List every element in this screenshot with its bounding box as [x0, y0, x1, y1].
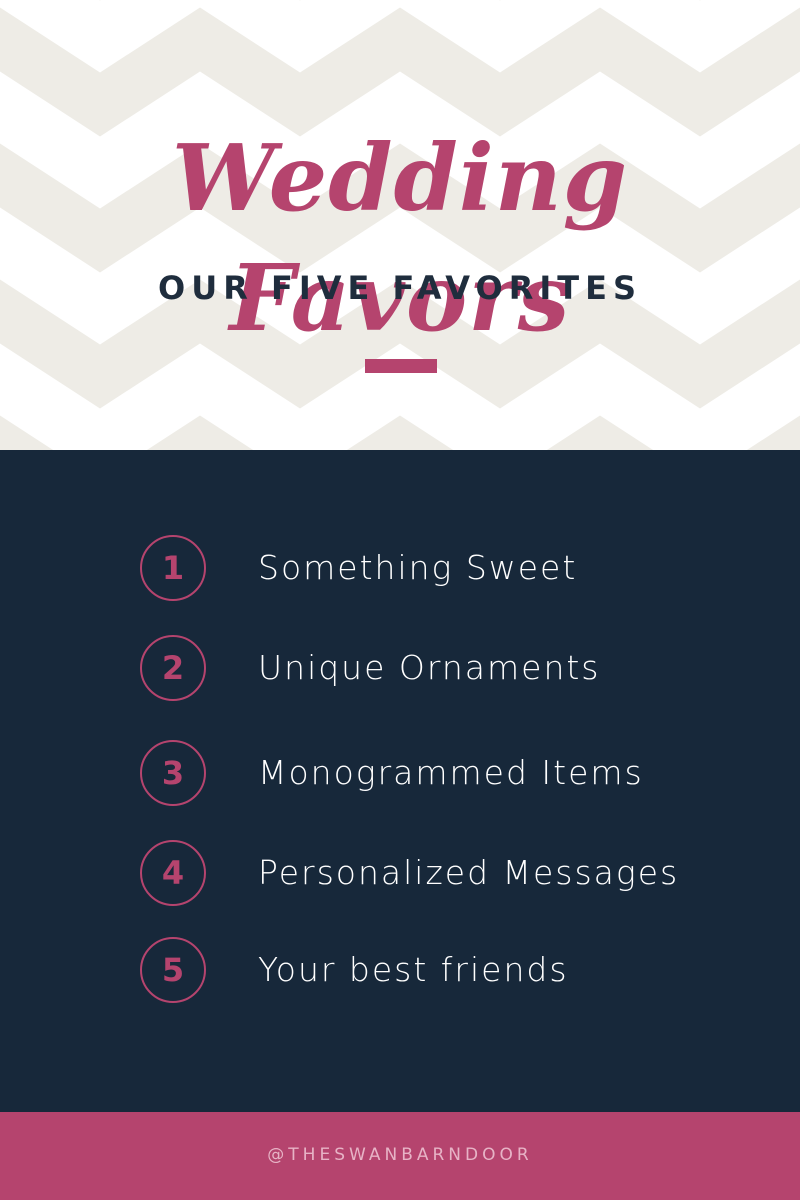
number-badge: 1: [140, 535, 206, 601]
page-subtitle: OUR FIVE FAVORITES: [158, 269, 642, 307]
header-banner: Wedding Favors OUR FIVE FAVORITES: [0, 0, 800, 450]
title-divider: [365, 359, 437, 373]
page-title: Wedding Favors: [171, 124, 629, 352]
list-item-label: Monogrammed Items: [258, 753, 644, 792]
list-item-label: Personalized Messages: [258, 853, 680, 892]
number-badge: 4: [140, 840, 206, 906]
favorites-list-section: 1 Something Sweet 2 Unique Ornaments 3 M…: [0, 450, 800, 1112]
number-badge: 5: [140, 937, 206, 1003]
list-item-label: Something Sweet: [258, 548, 578, 587]
chevron-stripe: [99, 0, 701, 1]
number-badge: 3: [140, 740, 206, 806]
list-item-label: Your best friends: [258, 950, 569, 989]
footer-bar: @THESWANBARNDOOR: [0, 1112, 800, 1200]
list-item: 1 Something Sweet: [140, 535, 780, 605]
chevron-stripe: [0, 415, 800, 450]
list-item-label: Unique Ornaments: [258, 648, 601, 687]
number-badge: 2: [140, 635, 206, 701]
social-handle: @THESWANBARNDOOR: [267, 1145, 533, 1165]
list-item: 4 Personalized Messages: [140, 840, 780, 910]
list-item: 5 Your best friends: [140, 937, 780, 1007]
list-item: 3 Monogrammed Items: [140, 740, 780, 810]
list-item: 2 Unique Ornaments: [140, 635, 780, 705]
